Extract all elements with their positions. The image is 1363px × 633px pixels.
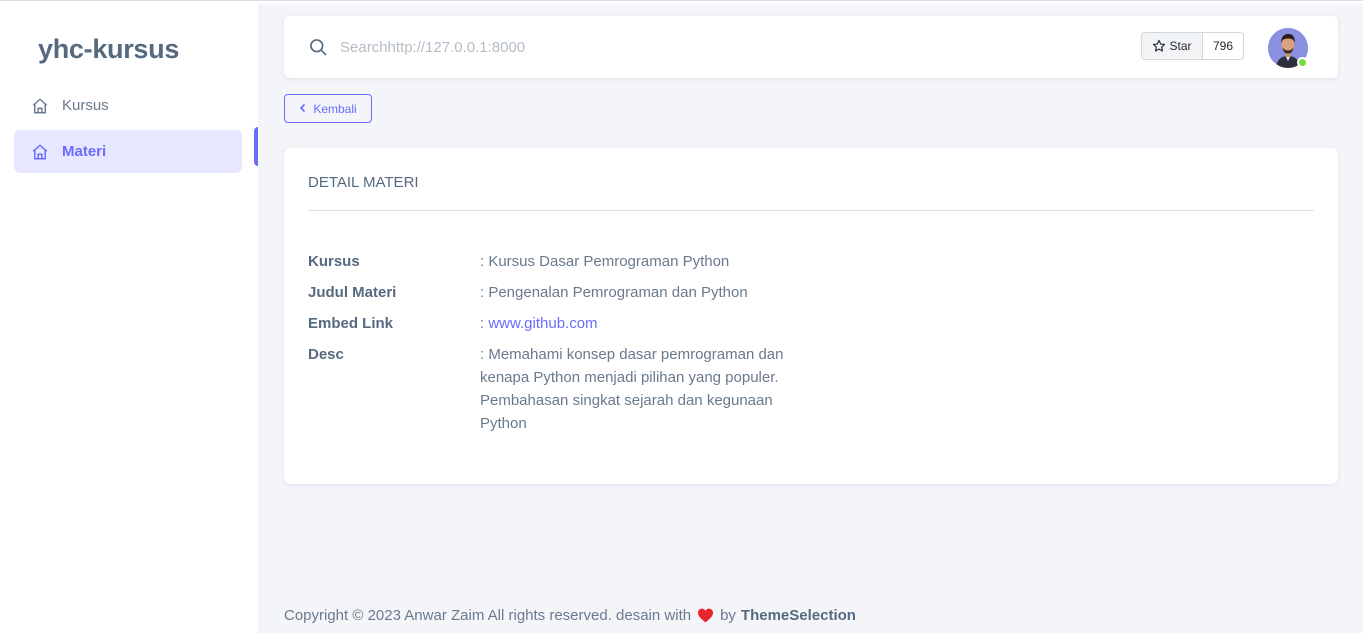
home-icon (31, 143, 49, 161)
star-button[interactable]: Star (1142, 33, 1203, 59)
brand-logo[interactable]: yhc-kursus (38, 34, 179, 65)
home-icon (31, 97, 49, 115)
search-icon (308, 37, 328, 57)
detail-card: DETAIL MATERI Kursus : Kursus Dasar Pemr… (284, 148, 1338, 484)
top-navbar: Star 796 (284, 16, 1338, 78)
row-value: : www.github.com (480, 312, 810, 335)
divider (308, 210, 1314, 211)
sidebar-item-label: Materi (62, 143, 107, 160)
footer-by: by (720, 607, 736, 624)
back-button-label: Kembali (313, 101, 357, 116)
star-count[interactable]: 796 (1203, 33, 1243, 59)
footer-copyright: Copyright © 2023 Anwar Zaim All rights r… (284, 607, 692, 624)
footer: Copyright © 2023 Anwar Zaim All rights r… (284, 607, 856, 624)
sidebar-item-kursus[interactable]: Kursus (14, 84, 242, 127)
row-label: Embed Link (308, 315, 394, 332)
row-label: Desc (308, 346, 344, 363)
search-input[interactable] (340, 35, 540, 59)
row-value: : Kursus Dasar Pemrograman Python (480, 253, 730, 270)
row-label: Kursus (308, 253, 360, 270)
active-indicator (254, 127, 258, 166)
sidebar-item-label: Kursus (62, 97, 109, 114)
row-value: : Memahami konsep dasar pemrograman dan … (480, 346, 784, 432)
sidebar-item-materi[interactable]: Materi (14, 130, 242, 173)
card-title: DETAIL MATERI (308, 174, 419, 191)
embed-link[interactable]: www.github.com (488, 315, 597, 332)
back-button[interactable]: Kembali (284, 94, 372, 123)
row-label: Judul Materi (308, 284, 397, 301)
footer-brand-link[interactable]: ThemeSelection (741, 607, 856, 624)
github-star-button[interactable]: Star 796 (1141, 32, 1244, 60)
sidebar: yhc-kursus Kursus Materi (0, 4, 258, 633)
star-label: Star (1169, 39, 1192, 53)
online-status-dot (1297, 57, 1308, 68)
star-icon (1153, 39, 1166, 52)
row-value: : Pengenalan Pemrograman dan Python (480, 284, 748, 301)
chevron-left-icon (299, 102, 307, 116)
heart-icon (697, 608, 714, 623)
